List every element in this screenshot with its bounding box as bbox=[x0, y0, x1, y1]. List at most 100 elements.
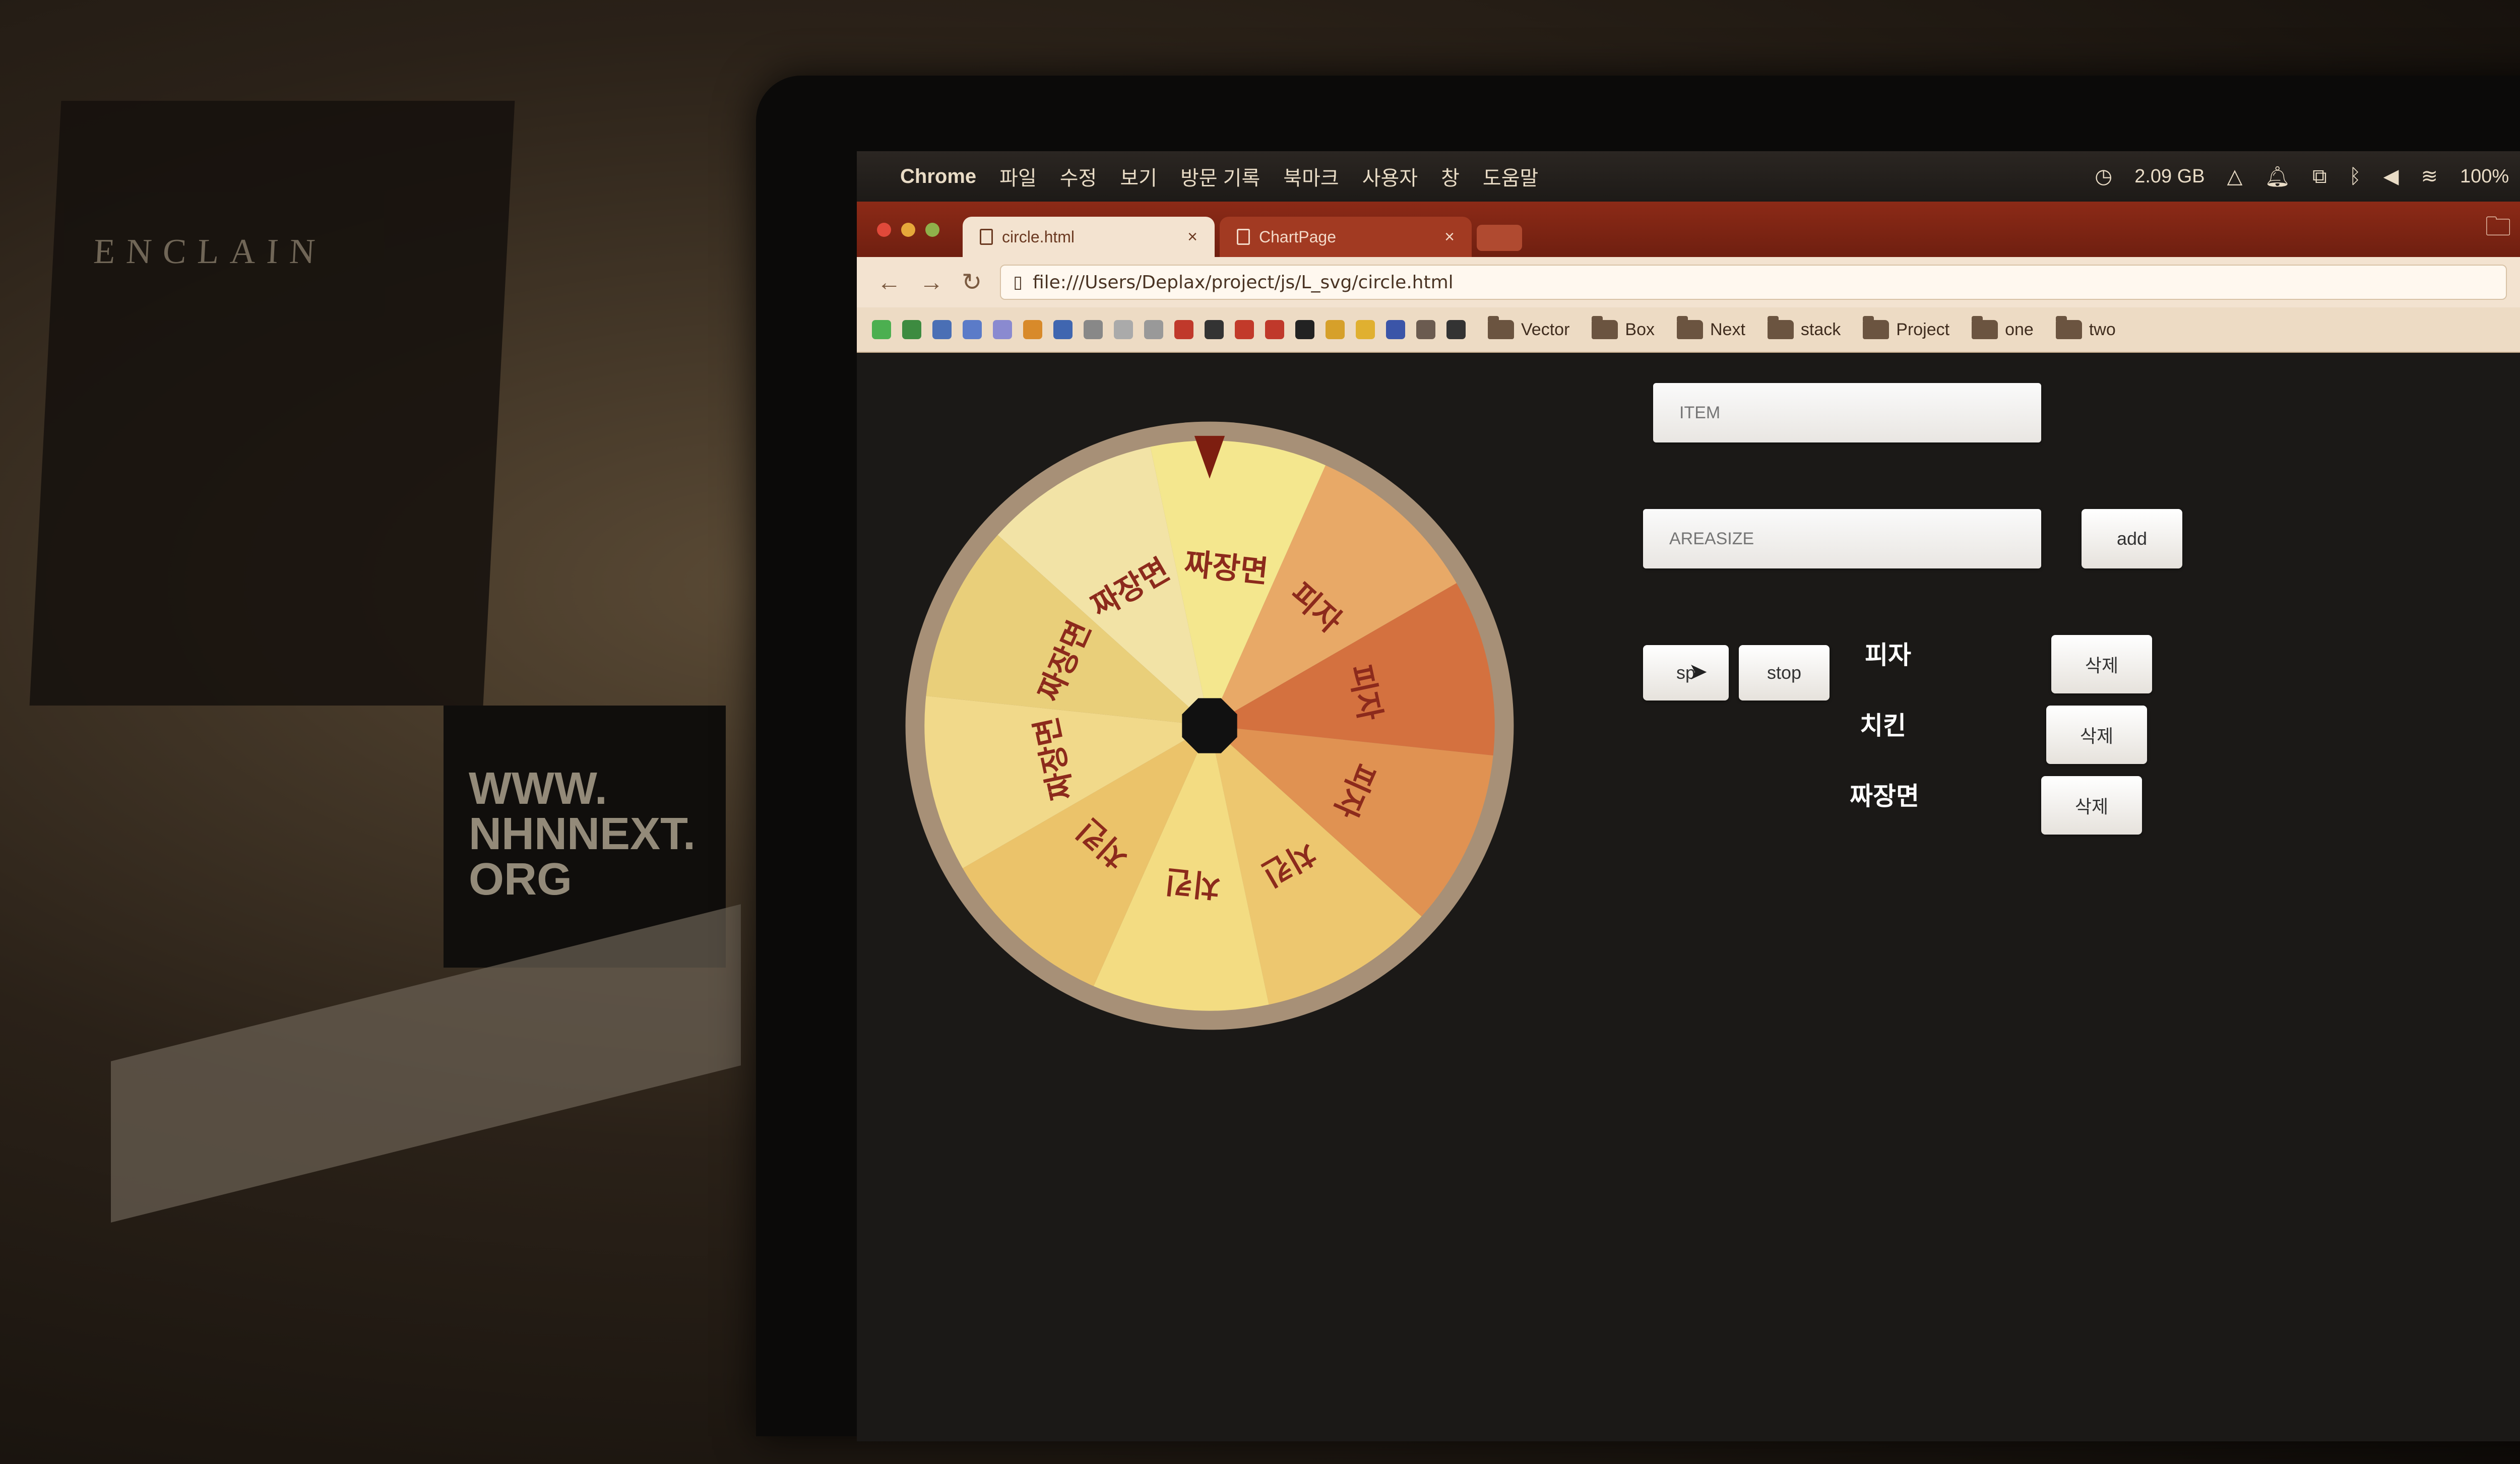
folder-icon bbox=[2055, 316, 2082, 339]
mac-menu-bar: Chrome 파일 수정 보기 방문 기록 북마크 사용자 창 도움말 ◷ 2.… bbox=[857, 151, 2520, 202]
menu-app-name[interactable]: Chrome bbox=[900, 165, 976, 188]
bookmarks-bar: Vector Box Next stack Project one two bbox=[857, 307, 2520, 353]
mouse-pointer-icon: ➤ bbox=[1688, 658, 1708, 684]
menu-edit[interactable]: 수정 bbox=[1060, 162, 1097, 191]
document-icon bbox=[980, 229, 993, 245]
bookmark-label: Vector bbox=[1521, 320, 1570, 339]
delete-button-2[interactable]: 삭제 bbox=[2041, 776, 2142, 835]
clock-icon[interactable]: ◷ bbox=[2095, 165, 2112, 188]
item-label-2: 짜장면 bbox=[1850, 782, 1919, 810]
toolbar-right: 🗀 ◑ bbox=[2485, 207, 2520, 252]
bookmark-icon[interactable] bbox=[932, 320, 952, 339]
laptop-screen: Chrome 파일 수정 보기 방문 기록 북마크 사용자 창 도움말 ◷ 2.… bbox=[857, 151, 2520, 1441]
roulette-wheel[interactable]: 짜장면 짜장면 피자 피자 피자 치킨 치킨 치킨 짜장면 짜장면 bbox=[877, 393, 1542, 1058]
folder-icon bbox=[1863, 316, 1889, 339]
calendar-icon[interactable] bbox=[1386, 320, 1405, 339]
folder-icon bbox=[1676, 316, 1703, 339]
github-icon[interactable] bbox=[1295, 320, 1314, 339]
menu-status-area: ◷ 2.09 GB △ 🔔︎ ⧉ ᛒ ◀ ≋ 100% ▭ bbox=[2095, 165, 2520, 188]
bookmark-label: Project bbox=[1896, 320, 1950, 339]
naver-icon[interactable] bbox=[872, 320, 891, 339]
wifi-icon[interactable]: ≋ bbox=[2421, 165, 2438, 188]
bookmark-folder-project[interactable]: Project bbox=[1863, 316, 1950, 340]
bookmark-folder-vector[interactable]: Vector bbox=[1488, 316, 1570, 340]
folder-icon bbox=[1767, 316, 1794, 339]
mirroring-icon[interactable]: ⧉ bbox=[2312, 165, 2327, 188]
close-window-button[interactable] bbox=[877, 223, 891, 237]
bookmark-icon[interactable] bbox=[1205, 320, 1224, 339]
bookmark-label: two bbox=[2089, 320, 2116, 339]
folder-icon[interactable]: 🗀 bbox=[2485, 207, 2511, 252]
bookmark-icon[interactable] bbox=[963, 320, 982, 339]
close-tab-icon[interactable]: × bbox=[1444, 227, 1455, 247]
menu-help[interactable]: 도움말 bbox=[1483, 162, 1538, 191]
bookmark-icon[interactable] bbox=[993, 320, 1012, 339]
delete-button-0[interactable]: 삭제 bbox=[2051, 635, 2152, 693]
bluetooth-icon[interactable]: ᛒ bbox=[2349, 165, 2361, 188]
tools-icon[interactable] bbox=[1446, 320, 1466, 339]
drive-icon[interactable]: △ bbox=[2227, 165, 2243, 188]
memory-readout[interactable]: 2.09 GB bbox=[2134, 166, 2204, 187]
new-tab-button[interactable] bbox=[1477, 225, 1522, 251]
page-icon: ▯ bbox=[1013, 272, 1023, 292]
desk-book-title: ENCLAIN bbox=[92, 232, 327, 271]
bookmark-icon[interactable] bbox=[1356, 320, 1375, 339]
menu-view[interactable]: 보기 bbox=[1120, 162, 1157, 191]
menu-people[interactable]: 사용자 bbox=[1362, 162, 1418, 191]
bookmark-label: one bbox=[2005, 320, 2034, 339]
add-button[interactable]: add bbox=[2082, 509, 2182, 568]
youtube-icon[interactable] bbox=[1265, 320, 1284, 339]
menu-history[interactable]: 방문 기록 bbox=[1180, 162, 1260, 191]
drive-icon[interactable] bbox=[1326, 320, 1345, 339]
address-bar: ← → ↻ ▯ file:///Users/Deplax/project/js/… bbox=[857, 257, 2520, 307]
tab-chartpage[interactable]: ChartPage × bbox=[1220, 217, 1472, 257]
menu-window[interactable]: 창 bbox=[1441, 162, 1460, 191]
bookmark-folder-box[interactable]: Box bbox=[1592, 316, 1655, 340]
zoom-window-button[interactable] bbox=[925, 223, 939, 237]
reload-icon[interactable]: ↻ bbox=[962, 268, 982, 296]
delete-button-1[interactable]: 삭제 bbox=[2046, 706, 2147, 764]
browser-tab-strip: circle.html × ChartPage × 🗀 ◑ bbox=[857, 202, 2520, 257]
bookmark-icon[interactable] bbox=[1174, 320, 1193, 339]
folder-icon bbox=[1592, 316, 1618, 339]
back-arrow-icon[interactable]: ← bbox=[877, 269, 901, 296]
tab-title: circle.html bbox=[1002, 227, 1075, 246]
forward-arrow-icon[interactable]: → bbox=[919, 269, 943, 296]
bookmark-icon[interactable] bbox=[1144, 320, 1163, 339]
bookmark-icon[interactable] bbox=[1053, 320, 1073, 339]
battery-percent[interactable]: 100% bbox=[2460, 166, 2509, 187]
item-label-1: 치킨 bbox=[1860, 712, 1906, 740]
tab-circle[interactable]: circle.html × bbox=[963, 217, 1215, 257]
folder-icon bbox=[1972, 316, 1998, 339]
menu-bookmarks[interactable]: 북마크 bbox=[1283, 162, 1339, 191]
url-text: file:///Users/Deplax/project/js/L_svg/ci… bbox=[1032, 272, 1454, 293]
bookmark-icon[interactable] bbox=[1114, 320, 1133, 339]
desk-book: ENCLAIN bbox=[29, 101, 515, 706]
volume-icon[interactable]: ◀ bbox=[2383, 165, 2399, 188]
window-controls bbox=[877, 223, 939, 237]
bookmark-folder-stack[interactable]: stack bbox=[1767, 316, 1841, 340]
folder-icon bbox=[1488, 316, 1514, 339]
areasize-input[interactable] bbox=[1643, 509, 2041, 568]
roulette-wheel-svg[interactable]: 짜장면 짜장면피자피자피자치킨치킨치킨짜장면짜장면 bbox=[877, 393, 1542, 1058]
close-tab-icon[interactable]: × bbox=[1187, 227, 1198, 247]
item-input[interactable] bbox=[1653, 383, 2041, 442]
bookmark-icon[interactable] bbox=[1084, 320, 1103, 339]
bookmark-icon[interactable] bbox=[1023, 320, 1042, 339]
tab-title: ChartPage bbox=[1259, 227, 1336, 246]
minimize-window-button[interactable] bbox=[901, 223, 915, 237]
wheel-segment-label-6: 치킨 bbox=[1163, 863, 1223, 904]
bookmark-folder-two[interactable]: two bbox=[2055, 316, 2116, 340]
apps-grid-icon[interactable] bbox=[1416, 320, 1435, 339]
menu-file[interactable]: 파일 bbox=[999, 162, 1037, 191]
naver-icon[interactable] bbox=[902, 320, 921, 339]
bookmark-folder-next[interactable]: Next bbox=[1676, 316, 1745, 340]
bookmark-folder-one[interactable]: one bbox=[1972, 316, 2034, 340]
bookmark-icon[interactable] bbox=[1235, 320, 1254, 339]
stop-button[interactable]: stop bbox=[1739, 645, 1830, 701]
wheel-hub bbox=[1182, 698, 1237, 753]
spin-button[interactable]: sp bbox=[1643, 645, 1729, 701]
desk-tray bbox=[111, 904, 741, 1223]
url-input[interactable]: ▯ file:///Users/Deplax/project/js/L_svg/… bbox=[1000, 265, 2507, 300]
notification-bell-icon[interactable]: 🔔︎ bbox=[2264, 165, 2290, 188]
